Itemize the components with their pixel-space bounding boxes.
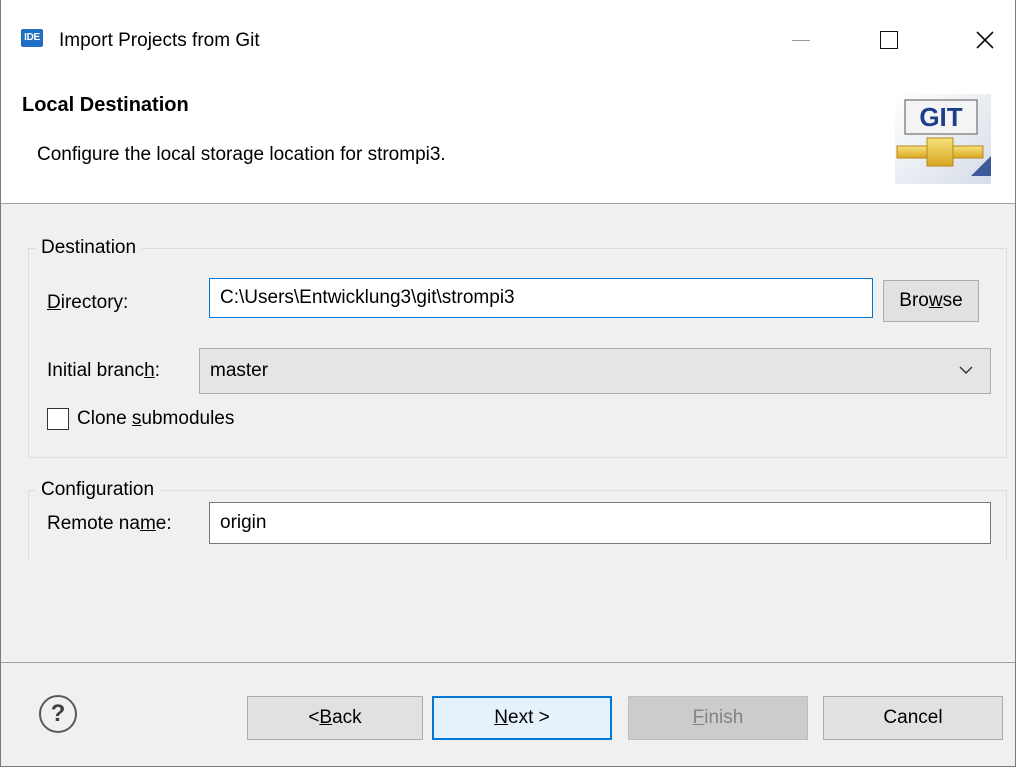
chevron-down-icon bbox=[959, 366, 973, 374]
browse-button[interactable]: Bro w se bbox=[883, 280, 979, 322]
title-bar[interactable]: IDE Import Projects from Git bbox=[1, 0, 1015, 78]
initial-branch-label: Initial branch: bbox=[47, 360, 161, 381]
directory-label: Directory: bbox=[47, 292, 129, 313]
window-title: Import Projects from Git bbox=[59, 30, 260, 51]
destination-group-label: Destination bbox=[35, 235, 143, 261]
maximize-icon bbox=[880, 31, 898, 49]
wizard-header: Local Destination Configure the local st… bbox=[1, 78, 1015, 204]
clone-submodules-label[interactable]: Clone submodules bbox=[77, 406, 234, 432]
directory-input[interactable] bbox=[209, 278, 873, 318]
import-dialog-window: IDE Import Projects from Git Local Desti… bbox=[0, 0, 1016, 767]
maximize-button[interactable] bbox=[859, 20, 919, 60]
next-button[interactable]: Next > bbox=[432, 696, 612, 740]
close-button[interactable] bbox=[955, 20, 1015, 60]
page-description: Configure the local storage location for… bbox=[37, 144, 446, 165]
page-title: Local Destination bbox=[22, 94, 189, 116]
configuration-group-label: Configuration bbox=[35, 477, 161, 503]
ide-app-icon: IDE bbox=[21, 29, 43, 47]
minimize-button[interactable] bbox=[771, 20, 831, 60]
cancel-button[interactable]: Cancel bbox=[823, 696, 1003, 740]
initial-branch-value: master bbox=[210, 360, 269, 381]
git-logo-icon: GIT bbox=[895, 94, 991, 184]
svg-text:GIT: GIT bbox=[919, 102, 962, 132]
remote-name-label: Remote name: bbox=[47, 513, 172, 534]
finish-button[interactable]: Finish bbox=[628, 696, 808, 740]
minimize-icon bbox=[792, 39, 810, 41]
remote-name-input[interactable] bbox=[209, 502, 991, 544]
close-icon bbox=[976, 31, 994, 49]
footer-divider bbox=[1, 662, 1015, 663]
back-button[interactable]: < Back bbox=[247, 696, 423, 740]
initial-branch-select[interactable]: master bbox=[199, 348, 991, 394]
help-icon[interactable]: ? bbox=[39, 695, 77, 733]
clone-submodules-checkbox[interactable] bbox=[47, 408, 69, 430]
